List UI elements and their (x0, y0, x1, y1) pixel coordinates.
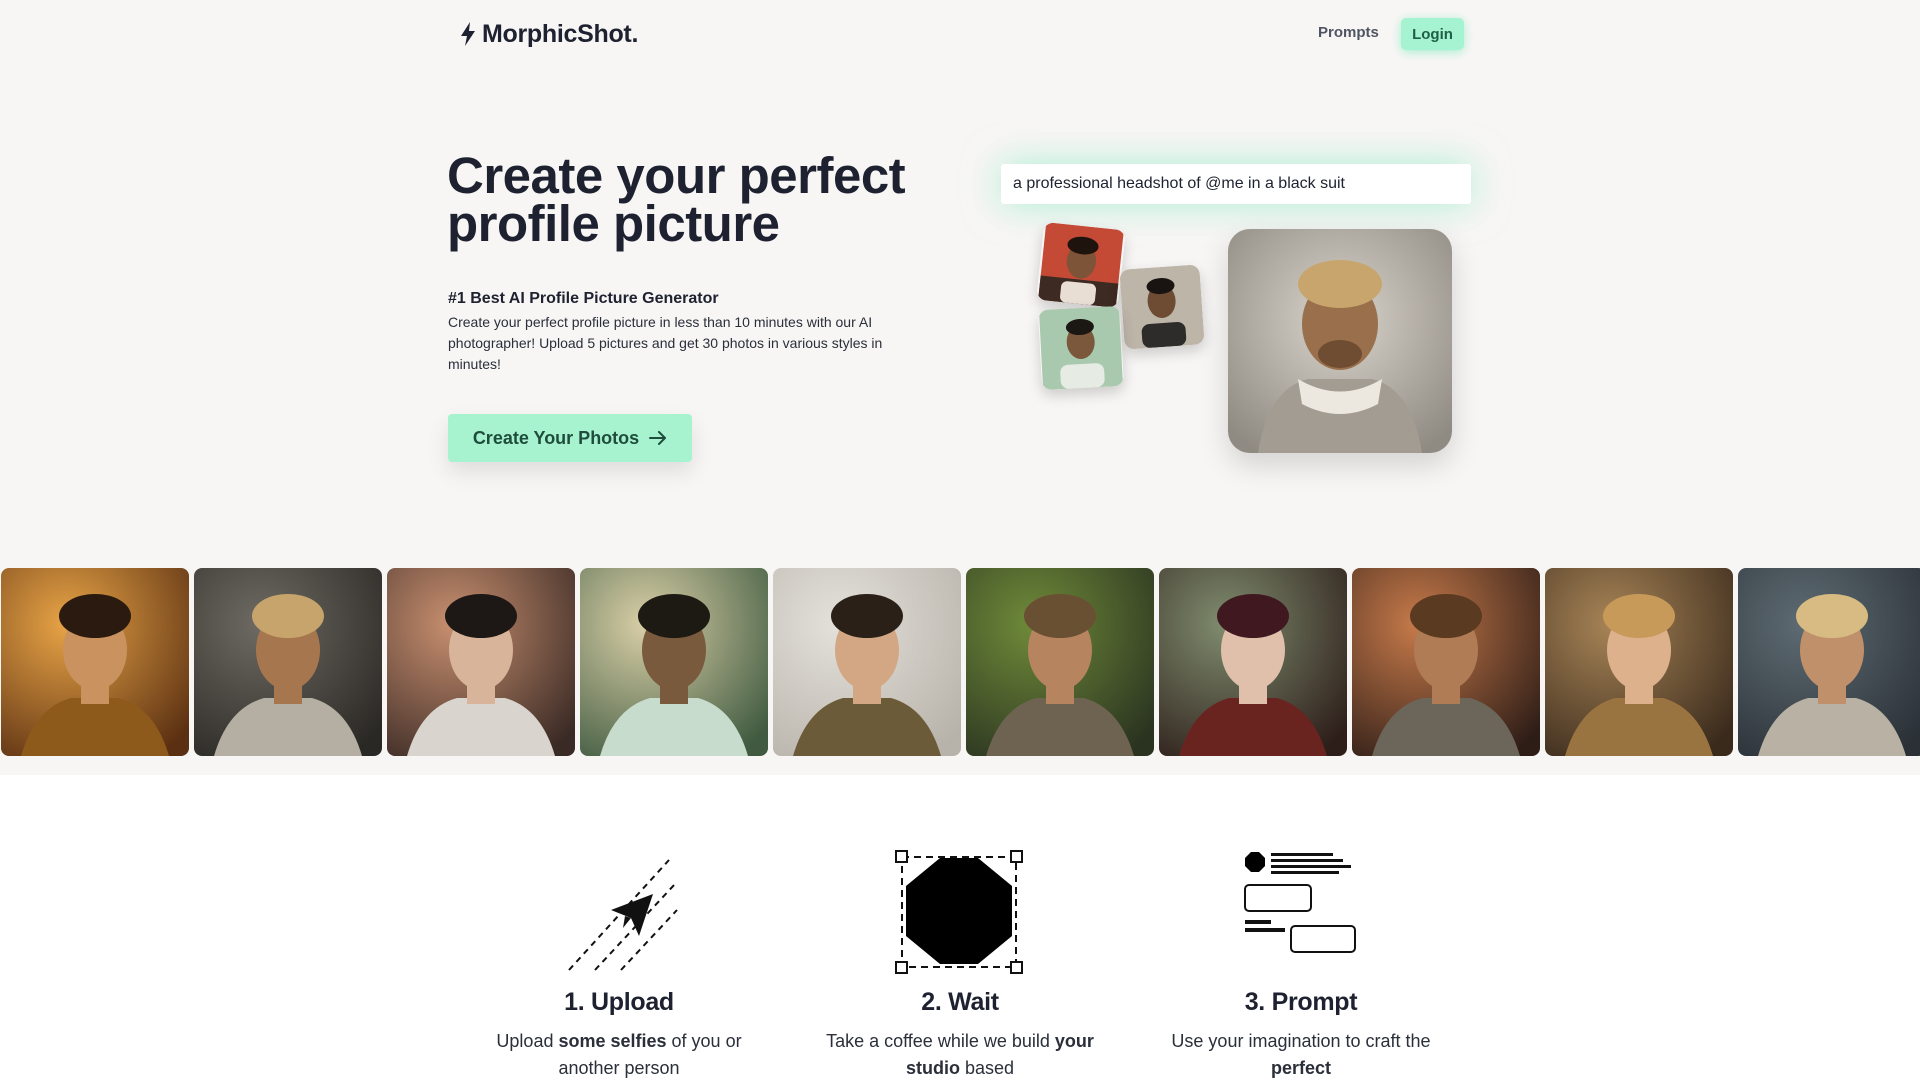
step-title: 2. Wait (921, 988, 999, 1016)
step-title: 3. Prompt (1244, 988, 1358, 1016)
woman-natural-portrait (773, 568, 961, 756)
selfie-thumbnail (1119, 264, 1205, 350)
paper-plane-icon (568, 859, 678, 971)
cta-label: Create Your Photos (472, 427, 640, 448)
man-curly-hair-portrait (1738, 568, 1920, 756)
arrow-right-icon (649, 431, 667, 445)
gallery-portrait[interactable] (773, 568, 961, 756)
hero-subheading: #1 Best AI Profile Picture Generator (448, 290, 719, 307)
gallery-portrait[interactable] (387, 568, 575, 756)
man-astronaut-portrait (580, 568, 768, 756)
gallery-portrait[interactable] (966, 568, 1154, 756)
portrait-gallery (0, 568, 1920, 756)
gallery-portrait[interactable] (194, 568, 382, 756)
login-button[interactable]: Login (1401, 18, 1464, 50)
prompt-input[interactable] (1001, 164, 1471, 204)
hero-description: Create your perfect profile picture in l… (448, 314, 883, 372)
gallery-portrait[interactable] (1545, 568, 1733, 756)
selfie-thumbnail (1036, 222, 1126, 308)
nav-link-prompts[interactable]: Prompts (1318, 24, 1379, 41)
woman-fantasy-portrait (1159, 568, 1347, 756)
selfie-thumbnail (1038, 305, 1124, 391)
man-closeup-portrait (966, 568, 1154, 756)
gallery-portrait[interactable] (1159, 568, 1347, 756)
gallery-portrait[interactable] (1738, 568, 1920, 756)
step-description: Upload some selfies of you or another pe… (496, 1031, 742, 1078)
create-photos-button[interactable]: Create Your Photos (448, 414, 692, 462)
logo[interactable]: MorphicShot. (458, 18, 638, 50)
step-description: Take a coffee while we build your studio… (826, 1031, 1094, 1078)
woman-golden-light-portrait (1, 568, 189, 756)
step-title: 1. Upload (564, 988, 674, 1016)
page-title: Create your perfect profile picture (447, 147, 906, 252)
woman-golden-armor-portrait (1545, 568, 1733, 756)
gallery-portrait[interactable] (1, 568, 189, 756)
man-glasses-portrait (1352, 568, 1540, 756)
step-description: Use your imagination to craft the perfec… (1171, 1031, 1431, 1078)
gallery-portrait[interactable] (580, 568, 768, 756)
layout-blocks-icon (1244, 852, 1356, 953)
lightning-bolt-icon (461, 22, 475, 46)
man-armor-portrait (194, 568, 382, 756)
woman-silver-armor-portrait (387, 568, 575, 756)
logo-text: MorphicShot. (482, 19, 639, 48)
generated-result-image (1228, 229, 1452, 453)
octagon-selection-icon (895, 850, 1023, 974)
gallery-portrait[interactable] (1352, 568, 1540, 756)
